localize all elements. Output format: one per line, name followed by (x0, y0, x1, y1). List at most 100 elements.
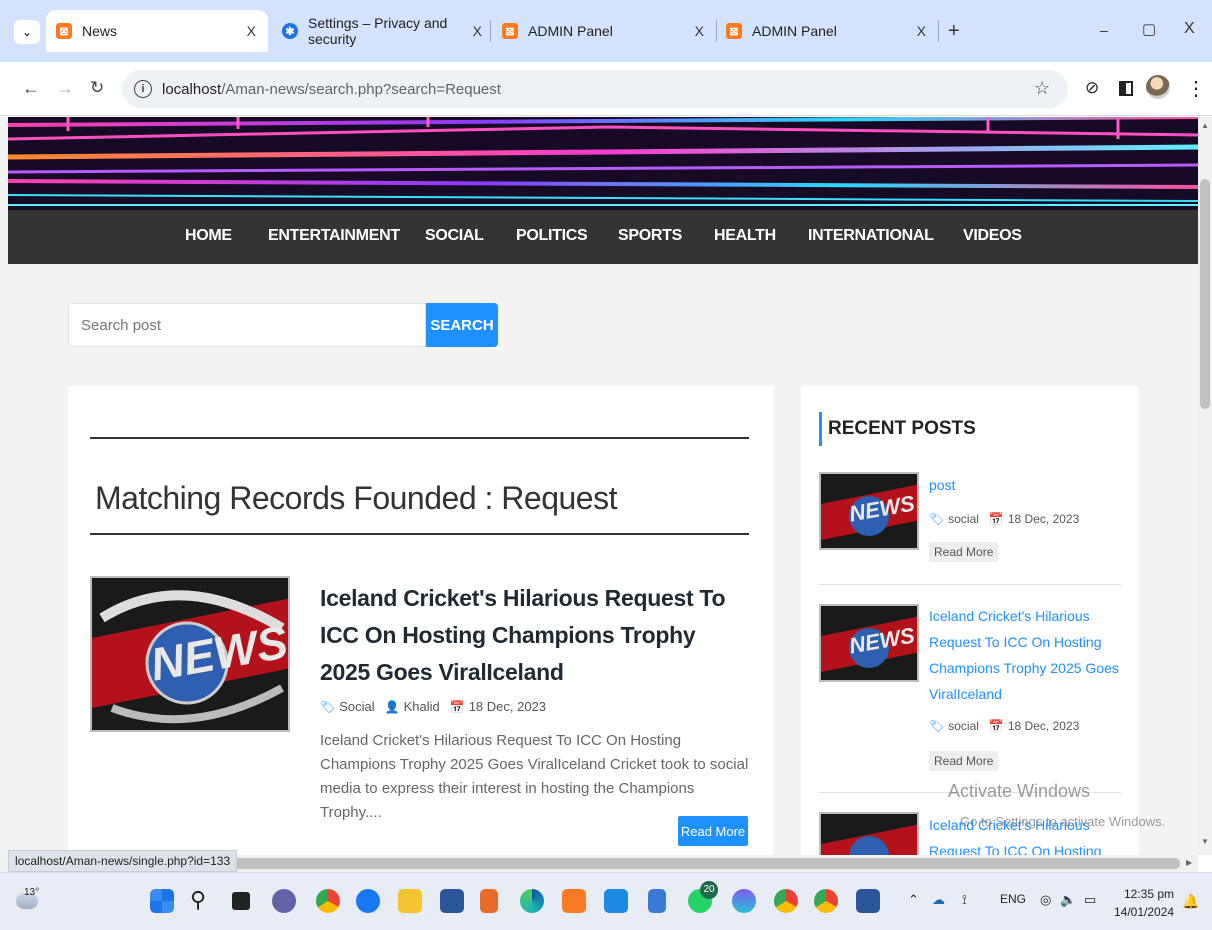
post-category[interactable]: Social (339, 699, 374, 714)
recent-post-date: 18 Dec, 2023 (1007, 719, 1080, 733)
clock-time[interactable]: 12:35 pm (1124, 887, 1174, 901)
post-excerpt: Iceland Cricket's Hilarious Request To I… (320, 732, 749, 821)
snipping-tool-icon[interactable] (480, 889, 498, 913)
xampp-icon[interactable] (562, 889, 586, 913)
post-date: 18 Dec, 2023 (468, 699, 547, 714)
close-icon[interactable]: X (247, 23, 256, 39)
recent-post-date: 18 Dec, 2023 (1007, 512, 1080, 526)
clock-date[interactable]: 14/01/2024 (1114, 905, 1174, 919)
app-icon[interactable] (732, 889, 756, 913)
show-hidden-icons-chevron-icon[interactable]: ⌃ (908, 892, 919, 908)
word-icon[interactable] (856, 889, 880, 913)
nav-item-sports[interactable]: SPORTS (618, 227, 682, 245)
recent-post-category[interactable]: social (948, 719, 979, 733)
close-icon[interactable]: X (695, 23, 704, 39)
extension-icon[interactable]: ⊘ (1085, 78, 1099, 98)
recent-post-title[interactable]: post (929, 472, 1119, 498)
chrome-profile-icon[interactable] (774, 889, 798, 913)
edge-icon[interactable] (520, 889, 544, 913)
xampp-favicon-icon: ⊠ (502, 23, 518, 39)
recent-post-meta: 🏷 social 📅 18 Dec, 2023 (929, 512, 1079, 526)
read-more-button[interactable]: Read More (678, 816, 748, 846)
recent-posts-heading: RECENT POSTS (819, 412, 976, 446)
recent-post-thumbnail[interactable]: NEWS (819, 472, 919, 550)
url-path: /Aman-news/search.php?search=Request (221, 80, 501, 98)
tab-admin-panel-1[interactable]: ⊠ ADMIN Panel X (492, 10, 716, 52)
recent-post-category[interactable]: social (948, 512, 979, 526)
vscode-icon[interactable] (604, 889, 628, 913)
url-text: localhost/Aman-news/search.php?search=Re… (162, 81, 501, 98)
tab-title: Settings – Privacy and security (308, 15, 448, 47)
bookmark-star-icon[interactable]: ☆ (1034, 78, 1050, 99)
nav-item-international[interactable]: INTERNATIONAL (808, 227, 934, 245)
browser-toolbar: ← → ↻ i localhost/Aman-news/search.php?s… (0, 62, 1212, 116)
language-indicator[interactable]: ENG (1000, 892, 1026, 906)
recent-post-thumbnail[interactable]: NEWS (819, 604, 919, 682)
main-navigation: HOME ENTERTAINMENT SOCIAL POLITICS SPORT… (8, 210, 1198, 264)
search-icon[interactable]: ⚲ (190, 887, 206, 913)
chrome-icon[interactable] (814, 889, 838, 913)
maximize-button[interactable]: ▢ (1142, 20, 1156, 38)
side-panel-icon[interactable] (1119, 81, 1133, 96)
user-icon: 👤 (384, 699, 400, 714)
task-view-icon[interactable] (232, 892, 250, 910)
tab-title: News (82, 23, 118, 39)
post-title[interactable]: Iceland Cricket's Hilarious Request To I… (320, 580, 740, 691)
wifi-icon[interactable]: ◎ (1040, 892, 1051, 908)
nav-item-home[interactable]: HOME (185, 227, 232, 245)
avatar[interactable] (1146, 75, 1170, 99)
recent-post-meta: 🏷 social 📅 18 Dec, 2023 (929, 719, 1079, 733)
network-icon[interactable]: ⟟ (962, 892, 967, 908)
reload-icon[interactable]: ↻ (90, 78, 104, 98)
site-info-icon[interactable]: i (134, 80, 152, 98)
menu-kebab-icon[interactable]: ⋮ (1186, 76, 1206, 101)
recent-post-title[interactable]: Iceland Cricket's Hilarious Request To I… (929, 603, 1119, 707)
weather-temperature: 13° (24, 887, 40, 898)
horizontal-scroll-thumb[interactable] (230, 858, 1180, 869)
nav-item-social[interactable]: SOCIAL (425, 227, 484, 245)
back-arrow-icon[interactable]: ← (22, 78, 40, 99)
minimize-button[interactable]: – (1100, 22, 1108, 38)
battery-icon[interactable]: ▭ (1084, 892, 1096, 908)
tab-title: ADMIN Panel (752, 23, 837, 39)
scroll-right-arrow-icon[interactable]: ▶ (1186, 858, 1192, 867)
notification-bell-icon[interactable]: 🔔 (1182, 893, 1199, 910)
onedrive-icon[interactable]: ☁ (932, 892, 945, 908)
scroll-down-arrow-icon[interactable]: ▼ (1201, 837, 1209, 846)
windows-start-icon[interactable] (150, 889, 174, 913)
divider (90, 437, 749, 439)
recent-read-more-button[interactable]: Read More (929, 542, 999, 562)
store-icon[interactable] (440, 889, 464, 913)
facebook-icon[interactable] (356, 889, 380, 913)
chat-icon[interactable] (272, 889, 296, 913)
scroll-up-arrow-icon[interactable]: ▲ (1201, 121, 1209, 130)
tab-settings[interactable]: ✱ Settings – Privacy and security X (272, 10, 486, 52)
volume-icon[interactable]: 🔈 (1060, 892, 1076, 908)
post-thumbnail[interactable]: NEWS (90, 576, 290, 732)
nav-item-videos[interactable]: VIDEOS (963, 227, 1022, 245)
tab-divider (938, 20, 939, 42)
address-bar[interactable]: i localhost/Aman-news/search.php?search=… (122, 70, 1068, 108)
file-explorer-icon[interactable] (398, 889, 422, 913)
tab-search-button[interactable]: ⌄ (14, 20, 40, 44)
notepad-icon[interactable] (648, 889, 666, 913)
close-window-button[interactable]: X (1184, 20, 1195, 38)
post-author[interactable]: Khalid (404, 699, 440, 714)
nav-item-politics[interactable]: POLITICS (516, 227, 588, 245)
tab-news[interactable]: ⊠ News X (46, 10, 268, 52)
nav-item-entertainment[interactable]: ENTERTAINMENT (268, 227, 400, 245)
tab-admin-panel-2[interactable]: ⊠ ADMIN Panel X (716, 10, 938, 52)
forward-arrow-icon[interactable]: → (56, 78, 74, 99)
new-tab-button[interactable]: + (948, 20, 960, 43)
close-icon[interactable]: X (473, 23, 482, 39)
recent-post-thumbnail[interactable] (819, 812, 919, 855)
nav-item-health[interactable]: HEALTH (714, 227, 776, 245)
close-icon[interactable]: X (917, 23, 926, 39)
vertical-scroll-thumb[interactable] (1200, 179, 1210, 409)
chrome-profile-icon[interactable] (316, 889, 340, 913)
recent-read-more-button[interactable]: Read More (929, 751, 999, 771)
search-button[interactable]: SEARCH (426, 303, 498, 347)
vertical-scrollbar[interactable]: ▲ ▼ (1198, 117, 1212, 855)
search-input[interactable] (68, 303, 426, 347)
windows-taskbar: 13° ⚲ 20 ⌃ ☁ ⟟ ENG ◎ 🔈 ▭ 12:35 pm 14/01/… (0, 872, 1212, 930)
